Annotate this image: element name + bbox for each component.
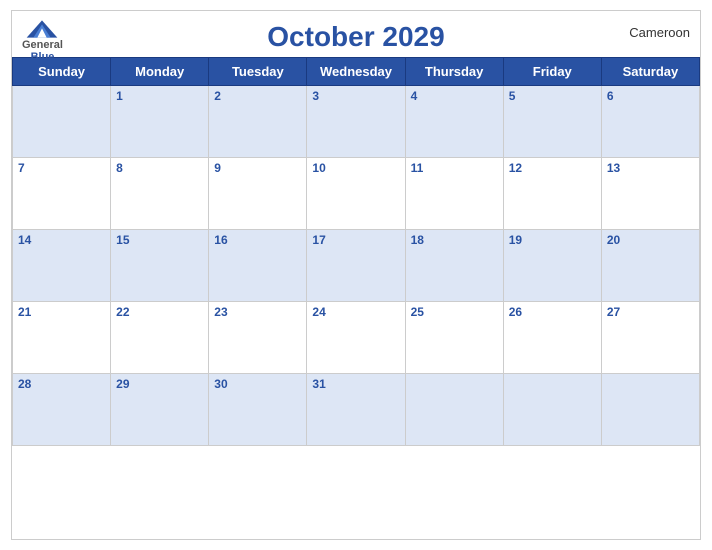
day-cell: 7 (13, 158, 111, 230)
day-number: 10 (312, 161, 325, 175)
week-row-1: 1 2 3 4 5 6 (13, 86, 700, 158)
calendar-container: General Blue October 2029 Cameroon Sunda… (11, 10, 701, 540)
day-number: 4 (411, 89, 418, 103)
day-number: 8 (116, 161, 123, 175)
day-number: 20 (607, 233, 620, 247)
day-number: 24 (312, 305, 325, 319)
day-cell: 29 (111, 374, 209, 446)
logo-blue-text: Blue (31, 51, 55, 63)
day-cell: 19 (503, 230, 601, 302)
day-number: 29 (116, 377, 129, 391)
day-number: 11 (411, 161, 424, 175)
day-number: 12 (509, 161, 522, 175)
day-number: 19 (509, 233, 522, 247)
week-row-4: 21 22 23 24 25 26 27 (13, 302, 700, 374)
day-cell: 2 (209, 86, 307, 158)
day-number: 31 (312, 377, 325, 391)
day-number: 1 (116, 89, 123, 103)
day-number: 22 (116, 305, 129, 319)
day-number: 21 (18, 305, 31, 319)
day-number: 6 (607, 89, 614, 103)
day-header-row: Sunday Monday Tuesday Wednesday Thursday… (13, 58, 700, 86)
week-row-5: 28 29 30 31 (13, 374, 700, 446)
day-cell: 27 (601, 302, 699, 374)
day-cell: 28 (13, 374, 111, 446)
col-header-saturday: Saturday (601, 58, 699, 86)
day-cell: 30 (209, 374, 307, 446)
calendar-grid: Sunday Monday Tuesday Wednesday Thursday… (12, 57, 700, 446)
day-cell: 31 (307, 374, 405, 446)
week-row-3: 14 15 16 17 18 19 20 (13, 230, 700, 302)
day-number: 30 (214, 377, 227, 391)
day-number: 5 (509, 89, 516, 103)
day-number: 17 (312, 233, 325, 247)
day-number: 16 (214, 233, 227, 247)
col-header-thursday: Thursday (405, 58, 503, 86)
day-cell: 14 (13, 230, 111, 302)
day-cell: 24 (307, 302, 405, 374)
day-number: 9 (214, 161, 221, 175)
week-row-2: 7 8 9 10 11 12 13 (13, 158, 700, 230)
day-number: 25 (411, 305, 424, 319)
day-number: 23 (214, 305, 227, 319)
col-header-wednesday: Wednesday (307, 58, 405, 86)
country-label: Cameroon (629, 25, 690, 40)
day-cell (405, 374, 503, 446)
day-cell: 20 (601, 230, 699, 302)
day-cell: 17 (307, 230, 405, 302)
day-cell: 16 (209, 230, 307, 302)
day-number: 15 (116, 233, 129, 247)
day-cell (601, 374, 699, 446)
day-cell: 13 (601, 158, 699, 230)
calendar-body: 1234567891011121314151617181920212223242… (13, 86, 700, 446)
calendar-title: October 2029 (32, 21, 680, 53)
day-cell: 26 (503, 302, 601, 374)
day-cell: 10 (307, 158, 405, 230)
day-cell: 15 (111, 230, 209, 302)
day-cell: 12 (503, 158, 601, 230)
logo-general-text: General (22, 39, 63, 51)
col-header-tuesday: Tuesday (209, 58, 307, 86)
day-cell: 4 (405, 86, 503, 158)
day-number: 14 (18, 233, 31, 247)
day-cell: 21 (13, 302, 111, 374)
day-number: 2 (214, 89, 221, 103)
day-cell: 5 (503, 86, 601, 158)
generalblue-logo-icon (24, 19, 60, 39)
col-header-monday: Monday (111, 58, 209, 86)
day-cell: 18 (405, 230, 503, 302)
day-cell (13, 86, 111, 158)
day-number: 13 (607, 161, 620, 175)
day-cell: 9 (209, 158, 307, 230)
calendar-header: General Blue October 2029 Cameroon (12, 11, 700, 57)
day-number: 18 (411, 233, 424, 247)
day-cell: 3 (307, 86, 405, 158)
logo-area: General Blue (22, 19, 63, 63)
col-header-friday: Friday (503, 58, 601, 86)
day-cell: 6 (601, 86, 699, 158)
day-cell: 23 (209, 302, 307, 374)
day-number: 26 (509, 305, 522, 319)
day-cell: 25 (405, 302, 503, 374)
day-cell: 8 (111, 158, 209, 230)
day-cell: 22 (111, 302, 209, 374)
day-number: 7 (18, 161, 25, 175)
day-cell (503, 374, 601, 446)
day-number: 27 (607, 305, 620, 319)
day-cell: 11 (405, 158, 503, 230)
day-number: 28 (18, 377, 31, 391)
day-cell: 1 (111, 86, 209, 158)
day-number: 3 (312, 89, 319, 103)
